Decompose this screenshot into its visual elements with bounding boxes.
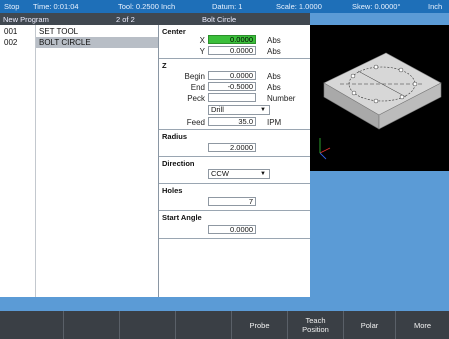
z-begin-label: Begin bbox=[184, 72, 205, 81]
holes-field[interactable]: 7 bbox=[208, 197, 256, 206]
program-step-001[interactable]: 001 SET TOOL bbox=[0, 26, 158, 37]
z-begin-field[interactable]: 0.0000 bbox=[208, 71, 256, 80]
radius-field[interactable]: 2.0000 bbox=[208, 143, 256, 152]
program-list: 001 SET TOOL 002 BOLT CIRCLE bbox=[0, 25, 159, 297]
radius-section-title: Radius bbox=[162, 132, 188, 141]
feed-unit: IPM bbox=[267, 118, 282, 127]
z-peck-field[interactable] bbox=[208, 93, 256, 102]
center-x-unit: Abs bbox=[267, 36, 281, 45]
softkey-1[interactable] bbox=[0, 311, 64, 339]
probe-softkey[interactable]: Probe bbox=[232, 311, 288, 339]
tool-readout: Tool: 0.2500 Inch bbox=[118, 2, 176, 11]
drill-cycle-value: Drill bbox=[211, 105, 224, 114]
center-y-field[interactable]: 0.0000 bbox=[208, 46, 256, 55]
softkey-3[interactable] bbox=[120, 311, 176, 339]
program-title-bar: New Program 2 of 2 Bolt Circle bbox=[0, 13, 310, 25]
step-position: 2 of 2 bbox=[116, 15, 135, 24]
chevron-down-icon: ▼ bbox=[260, 107, 266, 113]
step-name: SET TOOL bbox=[39, 27, 79, 36]
step-number: 002 bbox=[4, 38, 18, 47]
bolt-circle-part-graphic bbox=[319, 52, 442, 160]
section-divider bbox=[159, 156, 310, 157]
datum-readout: Datum: 1 bbox=[212, 2, 243, 11]
center-x-label: X bbox=[199, 36, 205, 45]
skew-readout: Skew: 0.0000° bbox=[352, 2, 401, 11]
part-preview-viewport[interactable] bbox=[310, 25, 449, 171]
units-readout[interactable]: Inch bbox=[428, 2, 442, 11]
softkey-bar: Probe Teach Position Polar More bbox=[0, 311, 449, 339]
section-divider bbox=[159, 210, 310, 211]
status-bar: Stop Time: 0:01:04 Tool: 0.2500 Inch Dat… bbox=[0, 0, 449, 13]
center-x-field[interactable]: 0.0000 bbox=[208, 35, 256, 44]
z-peck-label: Peck bbox=[187, 94, 205, 103]
start-angle-field[interactable]: 0.0000 bbox=[208, 225, 256, 234]
section-divider bbox=[159, 129, 310, 130]
direction-value: CCW bbox=[211, 169, 229, 178]
section-divider bbox=[159, 58, 310, 59]
step-name: BOLT CIRCLE bbox=[39, 38, 91, 47]
polar-softkey[interactable]: Polar bbox=[344, 311, 396, 339]
center-section-title: Center bbox=[162, 27, 186, 36]
run-time: Time: 0:01:04 bbox=[33, 2, 79, 11]
z-end-field[interactable]: -0.5000 bbox=[208, 82, 256, 91]
z-end-label: End bbox=[190, 83, 205, 92]
program-name: New Program bbox=[3, 15, 49, 24]
z-section-title: Z bbox=[162, 61, 167, 70]
scale-readout: Scale: 1.0000 bbox=[276, 2, 322, 11]
z-peck-unit: Number bbox=[267, 94, 296, 103]
center-y-unit: Abs bbox=[267, 47, 281, 56]
feed-field[interactable]: 35.0 bbox=[208, 117, 256, 126]
softkey-2[interactable] bbox=[64, 311, 120, 339]
teach-position-softkey[interactable]: Teach Position bbox=[288, 311, 344, 339]
direction-section-title: Direction bbox=[162, 159, 195, 168]
section-divider bbox=[159, 183, 310, 184]
step-number: 001 bbox=[4, 27, 18, 36]
feature-name: Bolt Circle bbox=[202, 15, 237, 24]
machine-mode: Stop bbox=[4, 2, 20, 11]
softkey-4[interactable] bbox=[176, 311, 232, 339]
program-step-002[interactable]: 002 BOLT CIRCLE bbox=[0, 37, 158, 48]
feed-label: Feed bbox=[186, 118, 205, 127]
program-list-divider bbox=[35, 25, 36, 297]
more-softkey[interactable]: More bbox=[396, 311, 449, 339]
z-end-unit: Abs bbox=[267, 83, 281, 92]
center-y-label: Y bbox=[199, 47, 205, 56]
chevron-down-icon: ▼ bbox=[260, 171, 266, 177]
z-begin-unit: Abs bbox=[267, 72, 281, 81]
bolt-circle-form: Center X 0.0000 Abs Y 0.0000 Abs Z Begin… bbox=[159, 25, 310, 297]
direction-select[interactable]: CCW ▼ bbox=[208, 169, 270, 179]
drill-cycle-select[interactable]: Drill ▼ bbox=[208, 105, 270, 115]
section-divider bbox=[159, 238, 310, 239]
start-angle-section-title: Start Angle bbox=[162, 213, 202, 222]
holes-section-title: Holes bbox=[162, 186, 183, 195]
